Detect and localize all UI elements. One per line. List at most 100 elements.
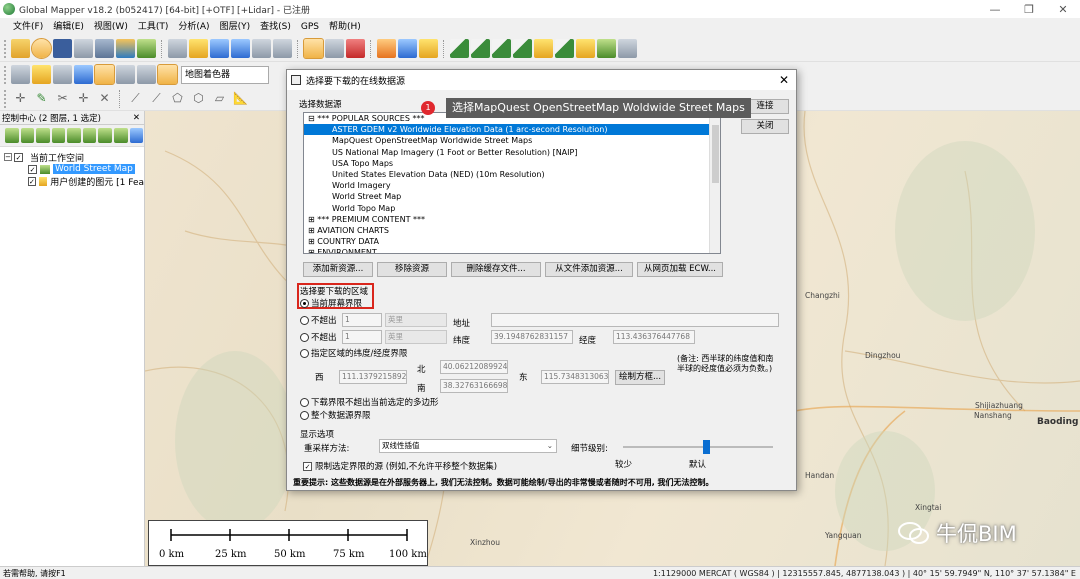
opt-current-screen[interactable]: 当前屏幕界限 [300, 297, 362, 309]
menu-gps[interactable]: GPS [296, 18, 324, 36]
3d-view-icon[interactable] [534, 39, 553, 58]
delete-cache-button[interactable]: 删除缓存文件... [451, 262, 541, 277]
grid-icon[interactable] [597, 39, 616, 58]
terrain-icon[interactable] [450, 39, 469, 58]
split-icon[interactable]: ✂ [53, 89, 72, 108]
pan-hand-icon[interactable] [189, 39, 208, 58]
address-input[interactable] [491, 313, 779, 327]
opt-bounds[interactable]: 指定区域的纬度/经度界限 [300, 347, 407, 359]
toolbar-grip[interactable] [4, 39, 7, 58]
source-list-scrollbar[interactable] [709, 113, 720, 253]
shader-mountain-icon[interactable] [157, 64, 178, 85]
digitizer-pencil-icon[interactable] [303, 38, 324, 59]
source-item[interactable]: World Topo Map [304, 203, 720, 214]
online-data-globe-icon[interactable] [31, 38, 52, 59]
source-item[interactable]: ⊞ ENVIRONMENT [304, 247, 720, 253]
ruler-icon[interactable]: 📐 [231, 89, 250, 108]
north-input[interactable]: 40.0621208992462 [440, 360, 508, 374]
load-ecw-button[interactable]: 从网页加载 ECW... [637, 262, 723, 277]
layer-options-icon[interactable] [20, 128, 35, 143]
overlay-icon[interactable] [137, 39, 156, 58]
opt-polygon-radio[interactable] [300, 398, 309, 407]
opt-within1-radio[interactable] [300, 316, 309, 325]
insert-icon[interactable]: ✕ [95, 89, 114, 108]
source-list[interactable]: ⊟ *** POPULAR SOURCES *** ASTER GDEM v2 W… [303, 112, 721, 254]
remove-source-button[interactable]: 移除资源 [377, 262, 447, 277]
save-icon[interactable] [53, 39, 72, 58]
source-item[interactable]: United States Elevation Data (NED) (10m … [304, 169, 720, 180]
restore-button[interactable]: ❐ [1010, 0, 1048, 18]
menu-file[interactable]: 文件(F) [8, 18, 48, 36]
opt-polygon[interactable]: 下载界限不超出当前选定的多边形 [300, 396, 439, 408]
move-vertex-icon[interactable]: ✛ [11, 89, 30, 108]
source-item[interactable]: USA Topo Maps [304, 158, 720, 169]
toolbar-grip[interactable] [4, 89, 7, 108]
select-area-icon[interactable] [325, 39, 344, 58]
layer-add-icon[interactable] [5, 128, 19, 143]
within2-unit-select[interactable]: 英里 [385, 330, 447, 344]
east-input[interactable]: 115.734831306326 [541, 370, 609, 384]
menu-tools[interactable]: 工具(T) [133, 18, 174, 36]
select-tool-icon[interactable] [168, 39, 187, 58]
within1-distance[interactable]: 1 [342, 313, 382, 327]
back-arrow-icon[interactable] [252, 39, 271, 58]
contrast-icon[interactable] [74, 65, 93, 84]
zoom-out-icon[interactable] [231, 39, 250, 58]
layer-refresh-icon[interactable] [113, 128, 128, 143]
watershed-icon[interactable] [513, 39, 532, 58]
collapse-icon[interactable]: − [4, 153, 12, 161]
layer-sort-icon[interactable] [98, 128, 112, 143]
open-folder-icon[interactable] [11, 39, 30, 58]
path-profile-icon[interactable] [471, 39, 490, 58]
dialog-close-button[interactable]: 关闭 [741, 119, 789, 134]
snap-icon[interactable]: ✛ [74, 89, 93, 108]
add-from-file-button[interactable]: 从文件添加资源... [545, 262, 633, 277]
polyline-icon[interactable]: ⟋ [147, 89, 166, 108]
menu-help[interactable]: 帮助(H) [324, 18, 366, 36]
toolbar-grip[interactable] [4, 65, 7, 84]
menu-search[interactable]: 查找(S) [255, 18, 296, 36]
source-item[interactable]: US National Map Imagery (1 Foot or Bette… [304, 147, 720, 158]
tree-row-layer-2[interactable]: ✓ 用户创建的图元 [1 Fea [4, 175, 144, 188]
export-icon[interactable] [74, 39, 93, 58]
hillshade-icon[interactable] [137, 65, 156, 84]
opt-full-extent[interactable]: 整个数据源界限 [300, 409, 371, 421]
layer-2-checkbox[interactable]: ✓ [28, 176, 36, 186]
detail-slider-track[interactable] [623, 446, 773, 448]
layer-1-checkbox[interactable]: ✓ [28, 164, 37, 174]
add-source-button[interactable]: 添加新资源... [303, 262, 373, 277]
scrollbar-thumb[interactable] [712, 125, 719, 183]
within2-distance[interactable]: 1 [342, 330, 382, 344]
close-panel-icon[interactable]: ✕ [133, 113, 140, 123]
tree-row-layer-1[interactable]: ✓ World Street Map [4, 163, 144, 175]
clamp-checkbox[interactable]: ✓ [303, 462, 312, 471]
tree-row-workspace[interactable]: − ✓ 当前工作空间 [4, 151, 144, 164]
opt-within2-radio[interactable] [300, 333, 309, 342]
west-input[interactable]: 111.137921589205 [339, 370, 407, 384]
layer-meta-icon[interactable] [36, 128, 50, 143]
source-item[interactable]: ⊞ AVIATION CHARTS [304, 225, 720, 236]
detail-slider-thumb[interactable] [702, 440, 710, 454]
opt-within-latlon[interactable]: 不超出 [300, 331, 337, 343]
menu-edit[interactable]: 编辑(E) [48, 18, 89, 36]
layer-zoom-icon[interactable] [51, 128, 66, 143]
area-icon[interactable]: ⬡ [189, 89, 208, 108]
lon-input[interactable]: 113.436376447768 [613, 330, 695, 344]
delete-icon[interactable] [346, 39, 365, 58]
opt-bounds-radio[interactable] [300, 349, 309, 358]
control-center-icon[interactable] [116, 39, 135, 58]
vertical-scale-icon[interactable] [116, 65, 135, 84]
within1-unit-select[interactable]: 英里 [385, 313, 447, 327]
home-icon[interactable] [273, 39, 292, 58]
source-item[interactable]: World Street Map [304, 191, 720, 202]
layer-1-label[interactable]: World Street Map [53, 164, 135, 174]
draw-box-button[interactable]: 绘制方框... [615, 370, 665, 385]
close-window-button[interactable]: ✕ [1044, 0, 1080, 18]
light-icon[interactable] [32, 65, 51, 84]
menu-analysis[interactable]: 分析(A) [173, 18, 214, 36]
frame-icon[interactable] [11, 65, 30, 84]
percent-icon[interactable] [94, 64, 115, 85]
south-input[interactable]: 38.3276316669852 [440, 379, 508, 393]
line-tool-icon[interactable]: ⟋ [126, 89, 145, 108]
measure-icon[interactable] [377, 39, 396, 58]
